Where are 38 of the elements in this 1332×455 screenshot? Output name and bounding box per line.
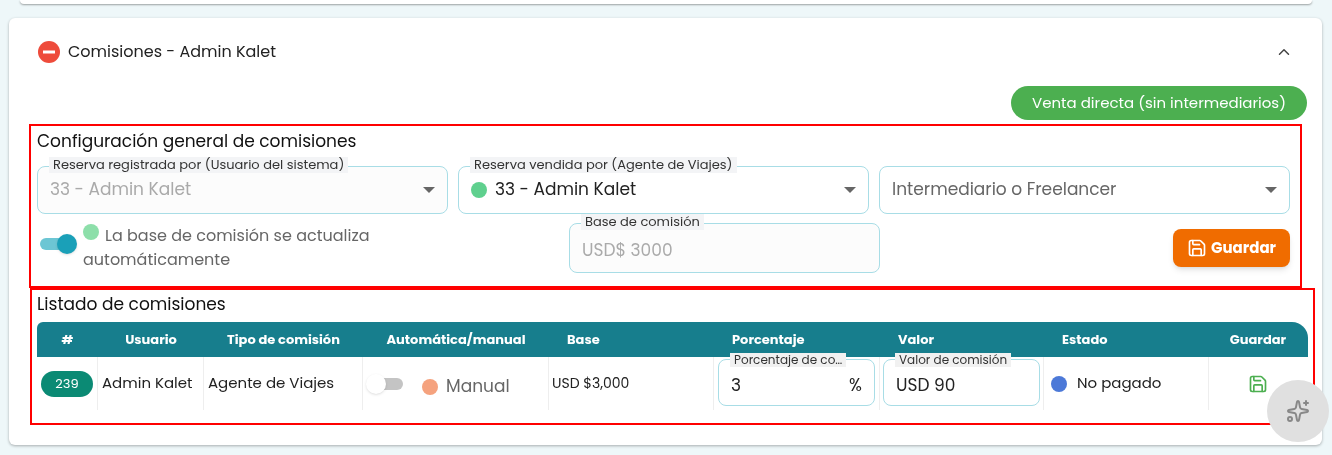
field-placeholder: Intermediario o Freelancer [892,177,1118,203]
field-label: Porcentaje de co… [730,353,847,367]
section-heading: Listado de comisiones [37,291,227,317]
column-header: Base [566,328,601,351]
mode-label: Manual [446,373,510,400]
column-header: Guardar [1228,328,1288,351]
caret-icon [423,187,435,193]
status-label: No pagado [1077,372,1162,395]
auto-update-label: La base de comisión se actualiza automáticamente [83,224,371,272]
caret-icon [844,187,856,193]
minus-circle-icon[interactable] [38,41,60,63]
sparkle-icon [1286,399,1310,423]
table-cell: USD $3,000 [549,357,714,410]
column-header: Tipo de comisión [226,328,341,351]
table-cell: Agente de Viajes [204,357,363,410]
field-label: Reserva vendida por (Agente de Viajes) [470,157,737,173]
save-icon[interactable] [1248,373,1268,394]
save-icon [1187,238,1208,258]
card-title: Comisiones - Admin Kalet [68,40,278,64]
field-value: USD$ 3000 [582,238,673,264]
column-header: Porcentaje [731,328,806,351]
column-header: Estado [1061,328,1109,351]
column-header: Automática/manual [385,328,527,351]
section-heading: Configuración general de comisiones [37,128,358,154]
column-header: Valor [897,328,935,351]
field-value: 3 [731,372,742,399]
field-label: Valor de comisión [895,353,1012,367]
field-label: Reserva registrada por (Usuario del sistema) [49,157,349,173]
percent-suffix: % [849,372,862,399]
field-value: USD 90 [896,372,956,399]
id-badge: 239 [41,370,93,397]
field-value: 33 - Admin Kalet [495,177,638,203]
column-header: # [60,328,75,351]
field-value: 33 - Admin Kalet [50,177,193,203]
caret-icon [1265,187,1277,193]
field-label: Base de comisión [581,214,704,230]
table-cell: Admin Kalet [98,357,204,410]
column-header: Usuario [124,328,178,351]
